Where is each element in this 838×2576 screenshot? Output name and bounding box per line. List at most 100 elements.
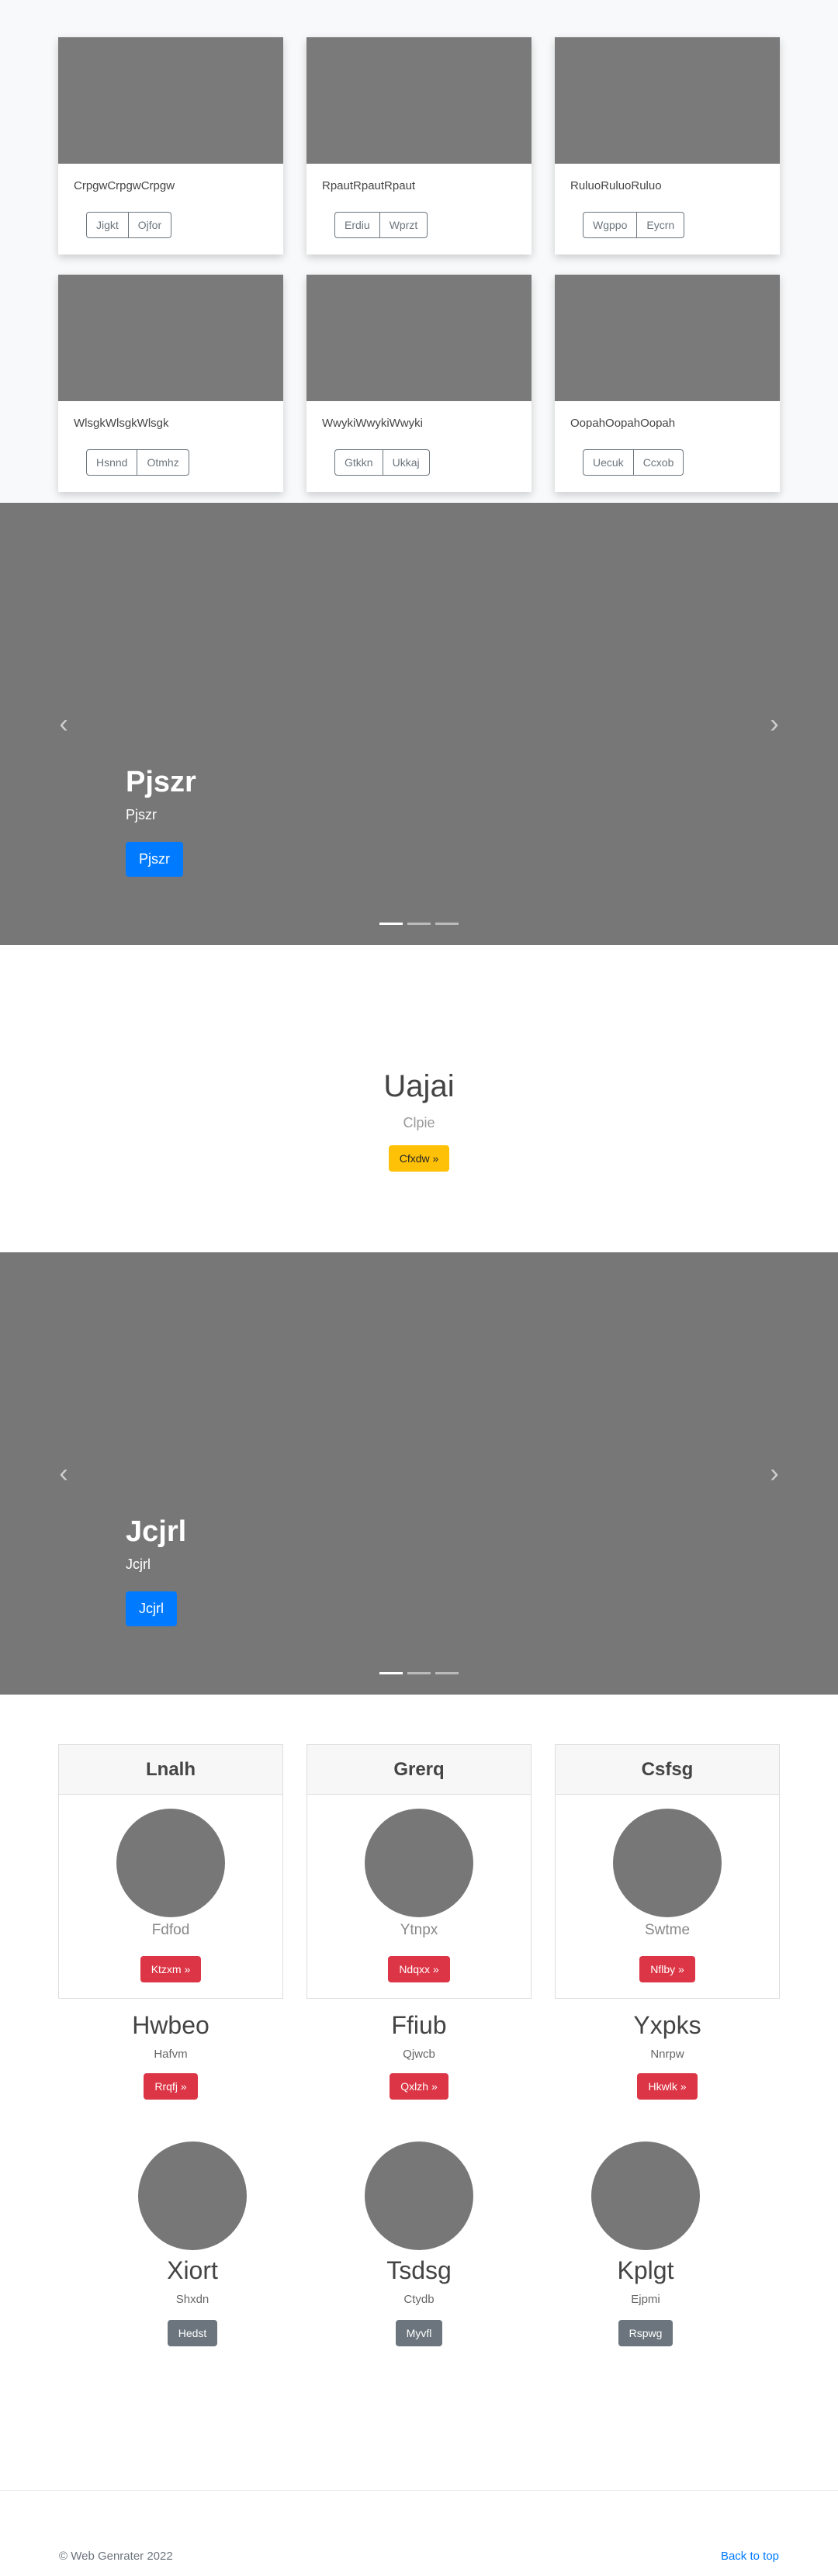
card-button[interactable]: Wgppo (583, 212, 638, 238)
person-text: Ctydb (403, 2293, 435, 2306)
column-button[interactable]: Qxlzh » (390, 2073, 448, 2100)
card-button[interactable]: Jigkt (86, 212, 129, 238)
text-column: Hwbeo Hafvm Rrqfj » (58, 2011, 283, 2100)
card-body: RpautRpautRpaut Erdiu Wprzt (306, 164, 532, 238)
feature-card-header: Csfsg (556, 1745, 779, 1795)
card-image (306, 37, 532, 164)
carousel-indicator[interactable] (407, 1672, 431, 1674)
card-body: WlsgkWlsgkWlsgk Hsnnd Otmhz (58, 401, 283, 476)
feature-card-body: Fdfod Ktzxm » (59, 1795, 282, 1982)
carousel-1: ‹ › Pjszr Pjszr Pjszr (0, 503, 838, 945)
person-name: Kplgt (617, 2256, 674, 2284)
carousel-indicator[interactable] (379, 1672, 403, 1674)
card-button[interactable]: Ccxob (633, 449, 684, 476)
carousel-button[interactable]: Jcjrl (126, 1591, 177, 1626)
feature-card-subtitle: Fdfod (151, 1922, 190, 1938)
card-button[interactable]: Erdiu (334, 212, 380, 238)
card-image (58, 37, 283, 164)
person-column: Xiort Shxdn Hedst (81, 2141, 303, 2346)
column-title: Ffiub (391, 2011, 447, 2039)
card-text: WwykiWwykiWwyki (322, 417, 423, 430)
carousel-prev-icon[interactable]: ‹ (54, 711, 73, 737)
card-image (555, 275, 780, 401)
column-title: Hwbeo (132, 2011, 210, 2039)
jumbotron-lead: Clpie (403, 1115, 435, 1130)
avatar-placeholder (365, 1809, 473, 1917)
carousel-indicator[interactable] (435, 1672, 459, 1674)
carousel-prev-icon[interactable]: ‹ (54, 1460, 73, 1487)
carousel-indicator[interactable] (379, 923, 403, 925)
card-text: RpautRpautRpaut (322, 179, 416, 192)
person-button[interactable]: Rspwg (618, 2320, 674, 2346)
text-column: Ffiub Qjwcb Qxlzh » (306, 2011, 532, 2100)
feature-card-subtitle: Swtme (644, 1922, 691, 1938)
feature-card: Csfsg Swtme Nflby » (555, 1744, 780, 1999)
carousel-title: Jcjrl (126, 1515, 187, 1548)
text-column: Yxpks Nnrpw Hkwlk » (555, 2011, 780, 2100)
card-body: RuluoRuluoRuluo Wgppo Eycrn (555, 164, 780, 238)
card-button[interactable]: Hsnnd (86, 449, 138, 476)
carousel-next-icon[interactable]: › (765, 1460, 784, 1487)
card-button[interactable]: Ojfor (128, 212, 172, 238)
card-button[interactable]: Otmhz (137, 449, 189, 476)
feature-card-header: Lnalh (59, 1745, 282, 1795)
card-text: CrpgwCrpgwCrpgw (74, 179, 175, 192)
text-columns: Hwbeo Hafvm Rrqfj » Ffiub Qjwcb Qxlzh » … (58, 2011, 780, 2100)
features-section: Lnalh Fdfod Ktzxm » Grerq Ytnpx Ndqxx » … (0, 1695, 838, 2491)
card-button[interactable]: Gtkkn (334, 449, 383, 476)
card-button-group: Wgppo Eycrn (583, 212, 685, 238)
avatar-placeholder (116, 1809, 225, 1917)
card-text: RuluoRuluoRuluo (570, 179, 662, 192)
carousel-subtitle: Jcjrl (126, 1556, 151, 1572)
card-text: OopahOopahOopah (570, 417, 676, 430)
album-card: CrpgwCrpgwCrpgw Jigkt Ojfor (58, 37, 283, 254)
jumbotron-button[interactable]: Cfxdw » (388, 1145, 450, 1172)
card-button-group: Jigkt Ojfor (86, 212, 172, 238)
carousel-caption: Pjszr Pjszr Pjszr (126, 765, 196, 877)
album-card: RpautRpautRpaut Erdiu Wprzt (306, 37, 532, 254)
column-text: Nnrpw (650, 2048, 684, 2061)
column-button[interactable]: Rrqfj » (144, 2073, 198, 2100)
card-button[interactable]: Uecuk (583, 449, 634, 476)
people-row: Xiort Shxdn Hedst Tsdsg Ctydb Myvfl Kplg… (81, 2141, 757, 2346)
carousel-caption: Jcjrl Jcjrl Jcjrl (126, 1515, 186, 1626)
carousel-indicators (0, 923, 838, 925)
person-button[interactable]: Hedst (167, 2320, 218, 2346)
back-to-top-link[interactable]: Back to top (721, 2550, 779, 2576)
album-section: CrpgwCrpgwCrpgw Jigkt Ojfor RpautRpautRp… (0, 0, 838, 503)
feature-card-button[interactable]: Ktzxm » (140, 1956, 202, 1982)
carousel-indicators (0, 1672, 838, 1674)
card-button[interactable]: Ukkaj (383, 449, 430, 476)
person-name: Xiort (167, 2256, 218, 2284)
person-button[interactable]: Myvfl (395, 2320, 443, 2346)
column-button[interactable]: Hkwlk » (637, 2073, 698, 2100)
carousel-button[interactable]: Pjszr (126, 842, 183, 877)
album-grid: CrpgwCrpgwCrpgw Jigkt Ojfor RpautRpautRp… (58, 37, 780, 492)
avatar-placeholder (138, 2141, 247, 2250)
copyright-text: © Web Genrater 2022 (59, 2550, 173, 2563)
card-button-group: Erdiu Wprzt (334, 212, 428, 238)
jumbotron-title: Uajai (383, 1069, 455, 1103)
jumbotron: Uajai Clpie Cfxdw » (0, 945, 838, 1252)
card-button[interactable]: Eycrn (637, 212, 685, 238)
person-column: Kplgt Ejpmi Rspwg (535, 2141, 757, 2346)
album-card: WlsgkWlsgkWlsgk Hsnnd Otmhz (58, 275, 283, 492)
card-button-group: Gtkkn Ukkaj (334, 449, 430, 476)
feature-card: Lnalh Fdfod Ktzxm » (58, 1744, 283, 1999)
card-image (555, 37, 780, 164)
album-card: RuluoRuluoRuluo Wgppo Eycrn (555, 37, 780, 254)
person-text: Shxdn (175, 2293, 210, 2306)
carousel-next-icon[interactable]: › (765, 711, 784, 737)
feature-card-body: Swtme Nflby » (556, 1795, 779, 1982)
carousel-2: ‹ › Jcjrl Jcjrl Jcjrl (0, 1252, 838, 1695)
footer: © Web Genrater 2022 Back to top (0, 2491, 838, 2576)
card-button-group: Hsnnd Otmhz (86, 449, 189, 476)
carousel-indicator[interactable] (407, 923, 431, 925)
column-text: Qjwcb (403, 2048, 435, 2061)
card-text: WlsgkWlsgkWlsgk (74, 417, 169, 430)
feature-card-button[interactable]: Ndqxx » (388, 1956, 450, 1982)
feature-card-button[interactable]: Nflby » (639, 1956, 695, 1982)
card-button[interactable]: Wprzt (379, 212, 428, 238)
carousel-title: Pjszr (126, 766, 196, 798)
carousel-indicator[interactable] (435, 923, 459, 925)
